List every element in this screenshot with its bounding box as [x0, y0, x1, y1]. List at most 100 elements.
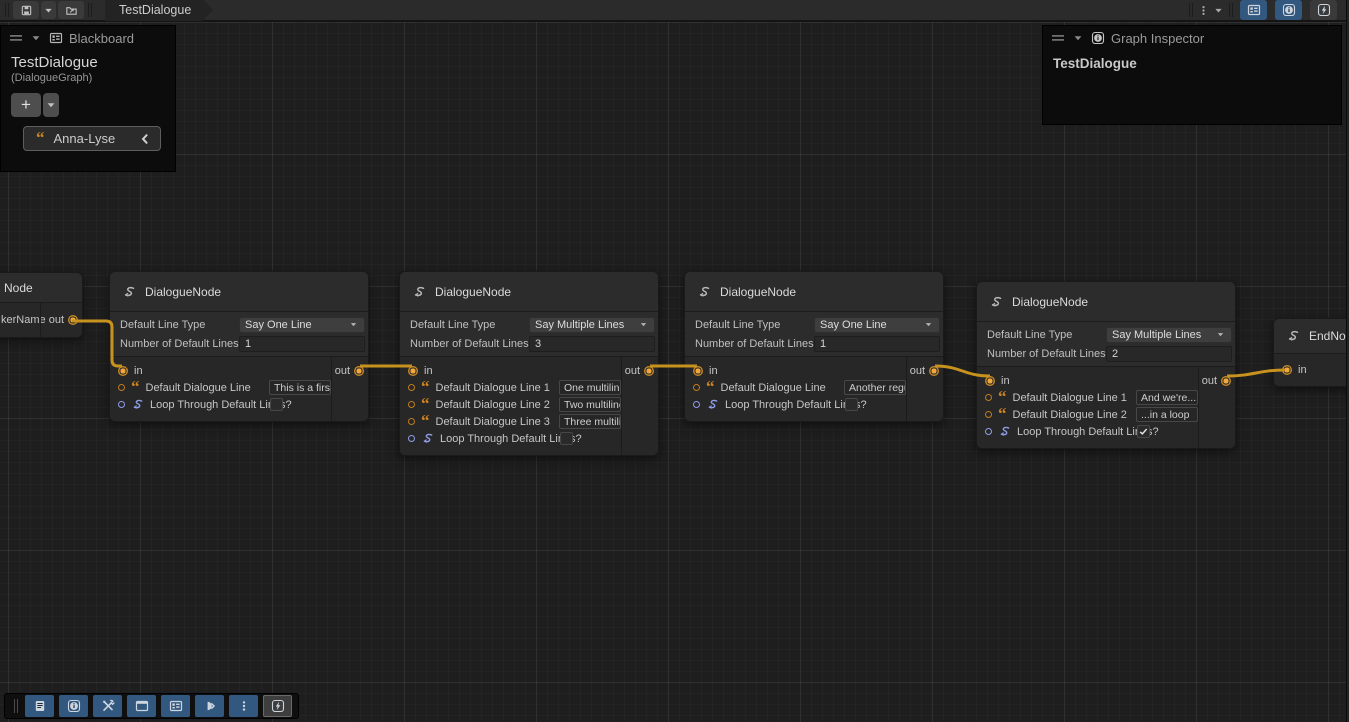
quote-icon: “: [36, 135, 45, 143]
dialogue-line-field[interactable]: ...in a loop: [1136, 407, 1198, 422]
blackboard-panel-button[interactable]: [161, 695, 190, 717]
field-row: Default Line Type Say One Line: [685, 315, 943, 334]
quick-actions-panel-button[interactable]: [263, 695, 292, 717]
out-port[interactable]: [1221, 376, 1231, 386]
node-title-bar[interactable]: DialogueNode: [400, 272, 658, 312]
loop-port[interactable]: [118, 401, 125, 408]
node-dialoguenode[interactable]: DialogueNode Default Line Type Say Multipl…: [399, 271, 659, 456]
loop-checkbox[interactable]: [270, 398, 283, 411]
in-port[interactable]: [1282, 365, 1292, 375]
drag-handle-icon[interactable]: [1051, 31, 1065, 45]
graph-inspector-toggle-button[interactable]: [1275, 0, 1302, 20]
node-node[interactable]: NodekerNameout: [0, 272, 83, 338]
field-label: Default Line Type: [410, 319, 495, 331]
out-port[interactable]: [354, 366, 364, 376]
line-type-dropdown[interactable]: Say One Line: [814, 317, 940, 333]
graph-tab[interactable]: TestDialogue: [105, 0, 213, 21]
line-type-dropdown[interactable]: Say One Line: [239, 317, 365, 333]
node-dialoguenode[interactable]: DialogueNodeDefault Line TypeSay One Lin…: [109, 271, 369, 422]
quick-actions-toggle-button[interactable]: [1310, 0, 1337, 20]
info-icon: [1282, 3, 1296, 17]
in-port[interactable]: [693, 366, 703, 376]
graph-inspector-header[interactable]: Graph Inspector: [1043, 26, 1341, 50]
out-port[interactable]: [68, 315, 78, 325]
line-type-dropdown[interactable]: Say Multiple Lines: [1106, 327, 1232, 343]
loop-port[interactable]: [408, 435, 415, 442]
dialogue-line-port[interactable]: [985, 394, 992, 401]
dialogue-line-port[interactable]: [985, 411, 992, 418]
show-in-project-button[interactable]: [58, 1, 84, 19]
save-options-button[interactable]: [41, 1, 56, 19]
dialogue-node-icon: [122, 285, 136, 299]
console-panel-button[interactable]: [25, 695, 54, 717]
field-label: Default Line Type: [695, 319, 780, 331]
node-endnode[interactable]: EndNode in: [1273, 318, 1349, 387]
dialogue-node-icon: [412, 285, 426, 299]
caret-down-icon: [44, 98, 58, 112]
add-property-caret-button[interactable]: [43, 93, 59, 117]
blackboard-entry[interactable]: “ Anna-Lyse: [23, 126, 161, 151]
field-row: Default Line TypeSay Multiple Lines: [977, 325, 1235, 344]
in-port[interactable]: [985, 376, 995, 386]
kebab-icon: [237, 699, 251, 713]
tools-panel-button[interactable]: [93, 695, 122, 717]
more-options-button[interactable]: [1197, 4, 1210, 17]
node-title-bar[interactable]: Node: [0, 273, 82, 303]
dialogue-line-port[interactable]: [693, 384, 700, 391]
toolbar-separator: [88, 3, 92, 17]
port-label: Default Dialogue Line: [721, 382, 826, 394]
dialogue-line-port[interactable]: [408, 384, 415, 391]
dialogue-line-field[interactable]: One multiline: [559, 380, 621, 395]
drag-handle-icon[interactable]: [9, 31, 23, 45]
in-port[interactable]: [408, 366, 418, 376]
in-port[interactable]: [118, 366, 128, 376]
dialogue-line-port[interactable]: [118, 384, 125, 391]
field-label: Number of Default Lines: [120, 338, 239, 350]
num-lines-field[interactable]: 1: [814, 336, 940, 352]
loop-icon: [421, 432, 434, 445]
collapse-caret-icon[interactable]: [1071, 31, 1085, 45]
node-title-bar[interactable]: EndNode: [1274, 319, 1349, 354]
out-port-row: out: [332, 362, 368, 379]
dialogue-line-port[interactable]: [408, 401, 415, 408]
loop-port[interactable]: [985, 428, 992, 435]
window-panel-button[interactable]: [127, 695, 156, 717]
field-text: Two multiline: [564, 399, 621, 411]
more-options-caret-button[interactable]: [1212, 4, 1225, 17]
loop-checkbox[interactable]: [560, 432, 573, 445]
num-lines-field[interactable]: 3: [529, 336, 655, 352]
node-title-bar[interactable]: DialogueNode: [110, 272, 368, 312]
inspector-panel-button[interactable]: [59, 695, 88, 717]
add-property-button[interactable]: +: [11, 93, 41, 117]
out-port[interactable]: [644, 366, 654, 376]
loop-checkbox[interactable]: [845, 398, 858, 411]
in-label: in: [1298, 364, 1307, 376]
node-title-bar[interactable]: DialogueNode: [685, 272, 943, 312]
more-panel-button[interactable]: [229, 695, 258, 717]
node-dialoguenode[interactable]: DialogueNode Default Line Type Say One Lin…: [684, 271, 944, 422]
node-dialoguenode[interactable]: DialogueNode Default Line TypeSay Multipl…: [976, 281, 1236, 449]
line-type-dropdown[interactable]: Say Multiple Lines: [529, 317, 655, 333]
chevron-left-icon[interactable]: [138, 132, 152, 146]
loop-port[interactable]: [693, 401, 700, 408]
collapse-caret-icon[interactable]: [29, 31, 43, 45]
num-lines-field[interactable]: 2: [1106, 346, 1232, 362]
save-button[interactable]: [13, 1, 39, 19]
blackboard-header[interactable]: Blackboard: [1, 26, 175, 50]
dialogue-line-field[interactable]: Two multiline: [559, 397, 621, 412]
node-title-bar[interactable]: DialogueNode: [977, 282, 1235, 322]
dialogue-line-field[interactable]: Three multili: [559, 414, 621, 429]
toolbar-grip[interactable]: [5, 3, 9, 17]
bottom-toolbar-grip[interactable]: [14, 699, 18, 713]
dialogue-line-field[interactable]: This is a first: [269, 380, 331, 395]
dialogue-line-field[interactable]: Another regu: [844, 380, 906, 395]
node-fields: Default Line TypeSay One LineNumber of D…: [110, 312, 368, 357]
loop-checkbox[interactable]: [1137, 425, 1150, 438]
dialogue-line-port[interactable]: [408, 418, 415, 425]
num-lines-field[interactable]: 1: [239, 336, 365, 352]
side-panel-button[interactable]: [195, 695, 224, 717]
dialogue-line-field[interactable]: And we're...: [1136, 390, 1198, 405]
out-label: out: [625, 365, 640, 377]
blackboard-toggle-button[interactable]: [1240, 0, 1267, 20]
out-port[interactable]: [929, 366, 939, 376]
